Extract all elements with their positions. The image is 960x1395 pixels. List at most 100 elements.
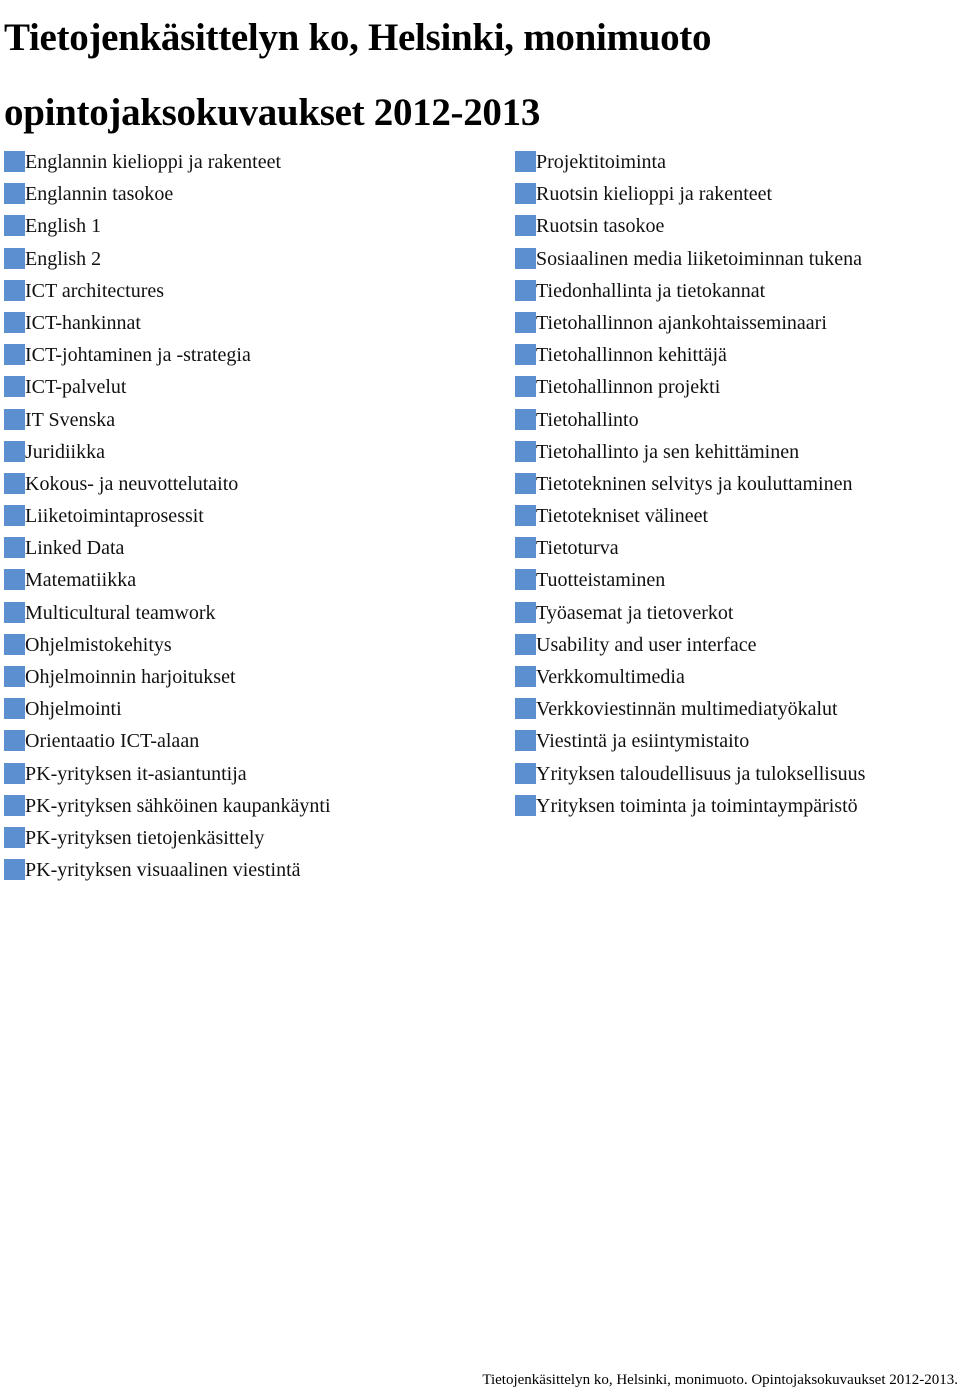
- course-link[interactable]: Kokous- ja neuvottelutaito: [4, 468, 331, 500]
- course-link[interactable]: Tietohallinnon projekti: [515, 371, 865, 403]
- course-link[interactable]: Tiedonhallinta ja tietokannat: [515, 275, 865, 307]
- course-link[interactable]: English 2: [4, 243, 331, 275]
- square-bullet-icon: [4, 505, 25, 527]
- course-label[interactable]: Liiketoimintaprosessit: [25, 500, 204, 532]
- course-link[interactable]: Usability and user interface: [515, 629, 865, 661]
- course-label[interactable]: Tietotekninen selvitys ja kouluttaminen: [536, 468, 852, 500]
- course-label[interactable]: Juridiikka: [25, 436, 105, 468]
- course-label[interactable]: Usability and user interface: [536, 629, 756, 661]
- course-link[interactable]: Viestintä ja esiintymistaito: [515, 725, 865, 757]
- course-label[interactable]: ICT-hankinnat: [25, 307, 141, 339]
- course-label[interactable]: Ruotsin tasokoe: [536, 210, 664, 242]
- course-link[interactable]: Englannin tasokoe: [4, 178, 331, 210]
- square-bullet-icon: [4, 698, 25, 720]
- course-label[interactable]: Ohjelmointi: [25, 693, 122, 725]
- course-label[interactable]: PK-yrityksen visuaalinen viestintä: [25, 854, 301, 886]
- course-link[interactable]: Tietohallinnon kehittäjä: [515, 339, 865, 371]
- course-link[interactable]: Orientaatio ICT-alaan: [4, 725, 331, 757]
- course-link[interactable]: Projektitoiminta: [515, 146, 865, 178]
- course-link[interactable]: Ruotsin tasokoe: [515, 210, 865, 242]
- course-link[interactable]: PK-yrityksen sähköinen kaupankäynti: [4, 790, 331, 822]
- course-link[interactable]: Ruotsin kielioppi ja rakenteet: [515, 178, 865, 210]
- square-bullet-icon: [4, 601, 25, 623]
- course-label[interactable]: Projektitoiminta: [536, 146, 666, 178]
- course-link[interactable]: Tietoturva: [515, 532, 865, 564]
- course-label[interactable]: ICT-palvelut: [25, 371, 126, 403]
- course-label[interactable]: Viestintä ja esiintymistaito: [536, 725, 749, 757]
- course-link[interactable]: Tietohallinto ja sen kehittäminen: [515, 436, 865, 468]
- course-link[interactable]: ICT-hankinnat: [4, 307, 331, 339]
- course-link[interactable]: ICT architectures: [4, 275, 331, 307]
- square-bullet-icon: [515, 183, 536, 205]
- course-label[interactable]: English 1: [25, 210, 101, 242]
- course-label[interactable]: Sosiaalinen media liiketoiminnan tukena: [536, 243, 862, 275]
- course-label[interactable]: Englannin kielioppi ja rakenteet: [25, 146, 281, 178]
- course-link[interactable]: Työasemat ja tietoverkot: [515, 597, 865, 629]
- square-bullet-icon: [4, 183, 25, 205]
- course-label[interactable]: Englannin tasokoe: [25, 178, 173, 210]
- course-label[interactable]: Yrityksen toiminta ja toimintaympäristö: [536, 790, 858, 822]
- course-label[interactable]: IT Svenska: [25, 404, 115, 436]
- course-label[interactable]: Tietohallinnon kehittäjä: [536, 339, 727, 371]
- square-bullet-icon: [4, 376, 25, 398]
- course-label[interactable]: Ruotsin kielioppi ja rakenteet: [536, 178, 772, 210]
- course-link[interactable]: Tietotekninen selvitys ja kouluttaminen: [515, 468, 865, 500]
- course-link[interactable]: Tietotekniset välineet: [515, 500, 865, 532]
- course-link[interactable]: Ohjelmointi: [4, 693, 331, 725]
- course-label[interactable]: Tuotteistaminen: [536, 564, 665, 596]
- course-label[interactable]: Ohjelmoinnin harjoitukset: [25, 661, 236, 693]
- course-label[interactable]: Verkkoviestinnän multimediatyökalut: [536, 693, 838, 725]
- course-label[interactable]: Tietohallinto: [536, 404, 639, 436]
- course-label[interactable]: Tietohallinnon projekti: [536, 371, 720, 403]
- course-label[interactable]: PK-yrityksen sähköinen kaupankäynti: [25, 790, 331, 822]
- square-bullet-icon: [4, 151, 25, 172]
- course-link[interactable]: Matematiikka: [4, 564, 331, 596]
- course-link[interactable]: Verkkomultimedia: [515, 661, 865, 693]
- course-label[interactable]: Tietoturva: [536, 532, 619, 564]
- course-link[interactable]: PK-yrityksen it-asiantuntija: [4, 758, 331, 790]
- course-link[interactable]: English 1: [4, 210, 331, 242]
- course-label[interactable]: PK-yrityksen it-asiantuntija: [25, 758, 247, 790]
- course-link[interactable]: Multicultural teamwork: [4, 597, 331, 629]
- course-link[interactable]: PK-yrityksen visuaalinen viestintä: [4, 854, 331, 886]
- course-link[interactable]: Ohjelmoinnin harjoitukset: [4, 661, 331, 693]
- course-link[interactable]: Linked Data: [4, 532, 331, 564]
- course-label[interactable]: Tietotekniset välineet: [536, 500, 708, 532]
- course-label[interactable]: Orientaatio ICT-alaan: [25, 725, 199, 757]
- course-label[interactable]: Linked Data: [25, 532, 124, 564]
- course-link[interactable]: Sosiaalinen media liiketoiminnan tukena: [515, 243, 865, 275]
- course-label[interactable]: ICT architectures: [25, 275, 164, 307]
- course-link[interactable]: ICT-johtaminen ja -strategia: [4, 339, 331, 371]
- course-label[interactable]: Matematiikka: [25, 564, 136, 596]
- square-bullet-icon: [4, 666, 25, 687]
- course-label[interactable]: ICT-johtaminen ja -strategia: [25, 339, 251, 371]
- course-link[interactable]: Englannin kielioppi ja rakenteet: [4, 146, 331, 178]
- course-label[interactable]: English 2: [25, 243, 101, 275]
- course-link[interactable]: Yrityksen toiminta ja toimintaympäristö: [515, 790, 865, 822]
- course-link[interactable]: Juridiikka: [4, 436, 331, 468]
- course-label[interactable]: PK-yrityksen tietojenkäsittely: [25, 822, 264, 854]
- course-link[interactable]: Verkkoviestinnän multimediatyökalut: [515, 693, 865, 725]
- course-label[interactable]: Tiedonhallinta ja tietokannat: [536, 275, 765, 307]
- course-label[interactable]: Verkkomultimedia: [536, 661, 685, 693]
- course-list-right: Projektitoiminta Ruotsin kielioppi ja rak…: [515, 146, 865, 822]
- course-label[interactable]: Tietohallinto ja sen kehittäminen: [536, 436, 799, 468]
- course-link[interactable]: Yrityksen taloudellisuus ja tuloksellisu…: [515, 758, 865, 790]
- square-bullet-icon: [4, 730, 25, 752]
- course-link[interactable]: ICT-palvelut: [4, 371, 331, 403]
- course-link[interactable]: Tietohallinto: [515, 404, 865, 436]
- course-label[interactable]: Yrityksen taloudellisuus ja tuloksellisu…: [536, 758, 865, 790]
- course-link[interactable]: Ohjelmistokehitys: [4, 629, 331, 661]
- course-link[interactable]: Tuotteistaminen: [515, 564, 865, 596]
- square-bullet-icon: [4, 279, 25, 301]
- course-label[interactable]: Työasemat ja tietoverkot: [536, 597, 733, 629]
- course-link[interactable]: Liiketoimintaprosessit: [4, 500, 331, 532]
- course-link[interactable]: IT Svenska: [4, 404, 331, 436]
- course-label[interactable]: Tietohallinnon ajankohtaisseminaari: [536, 307, 827, 339]
- course-label[interactable]: Ohjelmistokehitys: [25, 629, 172, 661]
- course-label[interactable]: Multicultural teamwork: [25, 597, 216, 629]
- course-label[interactable]: Kokous- ja neuvottelutaito: [25, 468, 238, 500]
- course-link[interactable]: Tietohallinnon ajankohtaisseminaari: [515, 307, 865, 339]
- square-bullet-icon: [515, 794, 536, 816]
- course-link[interactable]: PK-yrityksen tietojenkäsittely: [4, 822, 331, 854]
